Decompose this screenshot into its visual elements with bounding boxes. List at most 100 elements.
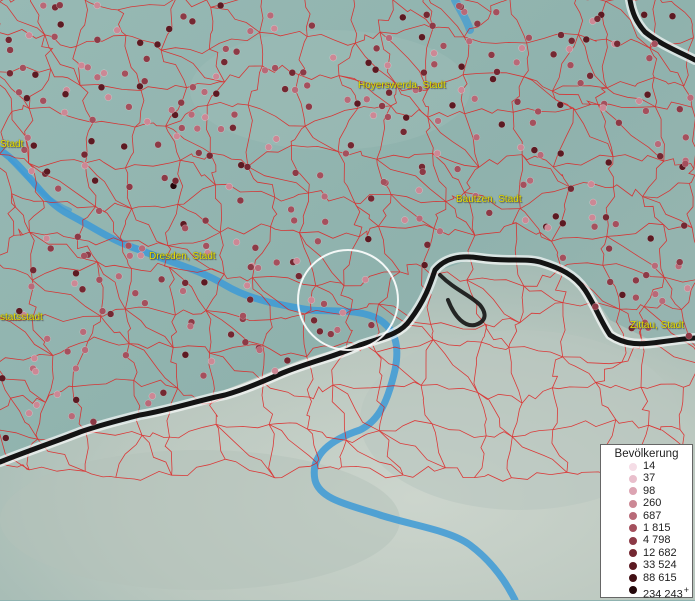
population-marker[interactable] [526, 34, 533, 41]
population-marker[interactable] [373, 45, 380, 52]
population-marker[interactable] [242, 339, 249, 346]
population-marker[interactable] [655, 141, 662, 148]
population-marker[interactable] [173, 133, 180, 140]
population-marker[interactable] [612, 221, 619, 228]
population-marker[interactable] [47, 245, 54, 252]
population-marker[interactable] [178, 99, 185, 106]
population-marker[interactable] [568, 185, 575, 192]
population-marker[interactable] [633, 277, 640, 284]
population-marker[interactable] [652, 291, 659, 298]
population-marker[interactable] [51, 33, 58, 40]
population-marker[interactable] [606, 245, 613, 252]
population-marker[interactable] [28, 283, 35, 290]
population-marker[interactable] [44, 168, 51, 175]
population-marker[interactable] [669, 13, 676, 20]
population-marker[interactable] [213, 73, 220, 80]
population-marker[interactable] [255, 265, 262, 272]
population-marker[interactable] [309, 22, 316, 29]
population-marker[interactable] [643, 108, 650, 115]
population-marker[interactable] [80, 329, 87, 336]
population-marker[interactable] [603, 214, 610, 221]
population-marker[interactable] [114, 27, 121, 34]
population-marker[interactable] [30, 142, 37, 149]
population-marker[interactable] [265, 144, 272, 151]
population-marker[interactable] [32, 71, 39, 78]
population-marker[interactable] [94, 2, 101, 9]
population-marker[interactable] [423, 11, 430, 18]
population-marker[interactable] [141, 78, 148, 85]
population-marker[interactable] [16, 89, 23, 96]
population-marker[interactable] [682, 160, 689, 167]
population-marker[interactable] [514, 98, 521, 105]
population-marker[interactable] [125, 104, 132, 111]
population-marker[interactable] [188, 111, 195, 118]
population-marker[interactable] [71, 280, 78, 287]
population-marker[interactable] [221, 59, 228, 66]
population-marker[interactable] [28, 168, 35, 175]
population-marker[interactable] [583, 36, 590, 43]
population-marker[interactable] [437, 228, 444, 235]
population-marker[interactable] [657, 153, 664, 160]
population-marker[interactable] [517, 144, 524, 151]
population-marker[interactable] [400, 129, 407, 136]
population-marker[interactable] [372, 66, 379, 73]
population-marker[interactable] [684, 285, 691, 292]
population-marker[interactable] [559, 220, 566, 227]
population-marker[interactable] [284, 357, 291, 364]
population-marker[interactable] [607, 279, 614, 286]
population-marker[interactable] [321, 193, 328, 200]
population-marker[interactable] [161, 175, 168, 182]
population-marker[interactable] [591, 223, 598, 230]
population-marker[interactable] [81, 151, 88, 158]
population-marker[interactable] [126, 252, 133, 259]
population-marker[interactable] [292, 87, 299, 94]
population-marker[interactable] [659, 298, 666, 305]
population-marker[interactable] [271, 25, 278, 32]
population-marker[interactable] [273, 259, 280, 266]
population-marker[interactable] [421, 262, 428, 269]
population-marker[interactable] [44, 335, 51, 342]
population-marker[interactable] [2, 435, 9, 442]
population-marker[interactable] [247, 264, 254, 271]
population-marker[interactable] [187, 323, 194, 330]
population-marker[interactable] [94, 74, 101, 81]
population-marker[interactable] [401, 217, 408, 224]
population-marker[interactable] [473, 134, 480, 141]
population-marker[interactable] [488, 52, 495, 59]
population-marker[interactable] [206, 152, 213, 159]
population-marker[interactable] [449, 102, 456, 109]
population-marker[interactable] [238, 162, 245, 169]
population-marker[interactable] [434, 150, 441, 157]
population-marker[interactable] [81, 253, 88, 260]
population-marker[interactable] [68, 413, 75, 420]
population-marker[interactable] [431, 61, 438, 68]
population-marker[interactable] [272, 368, 279, 375]
population-marker[interactable] [172, 177, 179, 184]
population-marker[interactable] [293, 258, 300, 265]
population-marker[interactable] [641, 11, 648, 18]
population-marker[interactable] [531, 147, 538, 154]
population-marker[interactable] [588, 181, 595, 188]
population-marker[interactable] [421, 69, 428, 76]
population-marker[interactable] [403, 114, 410, 121]
population-marker[interactable] [385, 114, 392, 121]
population-marker[interactable] [137, 252, 144, 259]
population-marker[interactable] [244, 164, 251, 171]
population-marker[interactable] [5, 37, 12, 44]
population-marker[interactable] [82, 162, 89, 169]
population-marker[interactable] [182, 280, 189, 287]
population-marker[interactable] [107, 311, 114, 318]
population-marker[interactable] [315, 238, 322, 245]
population-marker[interactable] [155, 141, 162, 148]
population-marker[interactable] [82, 347, 89, 354]
population-marker[interactable] [115, 273, 122, 280]
population-marker[interactable] [139, 245, 146, 252]
population-marker[interactable] [311, 317, 318, 324]
population-marker[interactable] [636, 98, 643, 105]
population-marker[interactable] [90, 418, 97, 425]
population-marker[interactable] [614, 40, 621, 47]
population-marker[interactable] [317, 172, 324, 179]
population-marker[interactable] [362, 276, 369, 283]
population-marker[interactable] [73, 397, 80, 404]
population-marker[interactable] [304, 82, 311, 89]
